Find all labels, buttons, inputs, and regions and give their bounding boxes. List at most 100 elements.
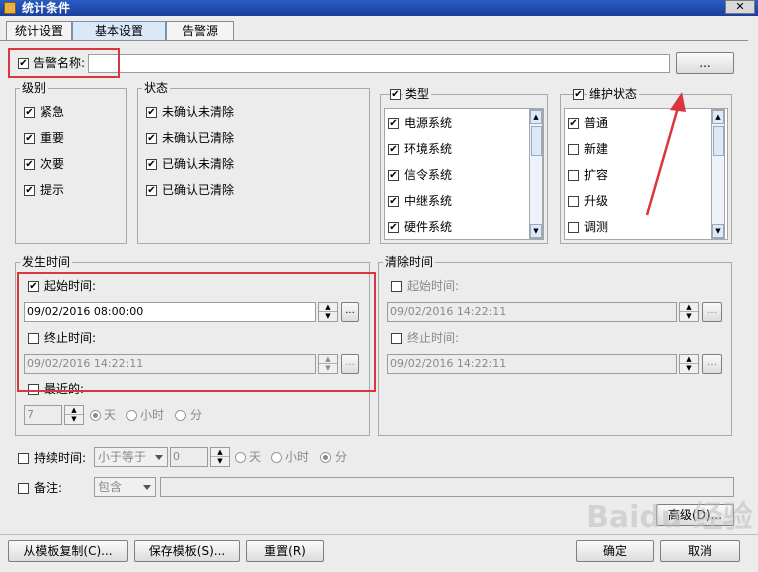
state-label-unack-cleared: 未确认已清除 <box>162 131 235 145</box>
type-checkbox-environment[interactable]: ✔ <box>388 144 399 155</box>
recent-value-input[interactable]: 7 <box>24 405 62 425</box>
maint-checkbox-normal[interactable]: ✔ <box>568 118 579 129</box>
clear-start-input[interactable]: 09/02/2016 14:22:11 <box>387 302 677 322</box>
level-checkbox-warning[interactable]: ✔ <box>24 185 35 196</box>
occur-group-title: 发生时间 <box>20 255 73 269</box>
maint-checkbox-new[interactable] <box>568 144 579 155</box>
maint-list-scrollbar[interactable]: ▲ ▼ <box>711 109 725 239</box>
state-label-ack-cleared: 已确认已清除 <box>162 183 235 197</box>
close-button[interactable]: ✕ <box>725 0 755 14</box>
scroll-up-icon[interactable]: ▲ <box>530 110 542 124</box>
window-title: 统计条件 <box>22 1 71 15</box>
duration-value-input[interactable]: 0 <box>170 447 208 467</box>
duration-unit-day-radio[interactable] <box>235 452 246 463</box>
state-checkbox-unack-cleared[interactable]: ✔ <box>146 133 157 144</box>
title-bar: 统计条件 ✕ <box>0 0 758 16</box>
clear-start-picker-button[interactable]: ... <box>702 302 722 322</box>
alarm-name-field[interactable] <box>88 54 670 73</box>
tab-divider <box>0 40 748 41</box>
duration-operator-select[interactable]: 小于等于 <box>94 447 168 467</box>
scroll-thumb[interactable] <box>531 126 542 156</box>
state-checkbox-ack-cleared[interactable]: ✔ <box>146 185 157 196</box>
note-label: 备注: <box>34 481 63 495</box>
recent-unit-hour-label: 小时 <box>140 408 165 422</box>
maint-label-normal: 普通 <box>584 116 609 130</box>
duration-unit-day-label: 天 <box>249 450 262 464</box>
level-label-major: 重要 <box>40 131 65 145</box>
level-group-title: 级别 <box>20 81 49 95</box>
clear-end-input[interactable]: 09/02/2016 14:22:11 <box>387 354 677 374</box>
cancel-button[interactable]: 取消 <box>660 540 740 562</box>
save-template-button[interactable]: 保存模板(S)... <box>134 540 240 562</box>
clear-end-spinner[interactable]: ▲ ▼ <box>679 354 699 374</box>
maint-checkbox-expand[interactable] <box>568 170 579 181</box>
watermark: Baidu 经验 <box>586 500 753 535</box>
clear-start-spinner[interactable]: ▲ ▼ <box>679 302 699 322</box>
state-label-unack-uncleared: 未确认未清除 <box>162 105 235 119</box>
recent-unit-day-radio[interactable] <box>90 410 101 421</box>
type-label-hardware: 硬件系统 <box>404 220 453 234</box>
clear-end-label: 终止时间: <box>407 331 460 345</box>
duration-label: 持续时间: <box>34 451 87 465</box>
scroll-thumb[interactable] <box>713 126 724 156</box>
maint-checkbox-upgrade[interactable] <box>568 196 579 207</box>
alarm-name-browse-button[interactable]: ... <box>676 52 734 74</box>
duration-unit-minute-radio[interactable] <box>320 452 331 463</box>
level-checkbox-critical[interactable]: ✔ <box>24 107 35 118</box>
duration-checkbox[interactable] <box>18 453 29 464</box>
duration-unit-hour-radio[interactable] <box>271 452 282 463</box>
state-checkbox-unack-uncleared[interactable]: ✔ <box>146 107 157 118</box>
maint-label-expand: 扩容 <box>584 168 609 182</box>
chevron-down-icon <box>155 455 163 460</box>
scroll-up-icon[interactable]: ▲ <box>712 110 724 124</box>
level-checkbox-major[interactable]: ✔ <box>24 133 35 144</box>
recent-unit-minute-label: 分 <box>190 408 203 422</box>
bottom-divider <box>0 534 758 535</box>
state-checkbox-ack-uncleared[interactable]: ✔ <box>146 159 157 170</box>
duration-spinner[interactable]: ▲ ▼ <box>210 447 230 467</box>
tab-basic-settings[interactable]: 基本设置 <box>72 21 166 41</box>
annotation-box-alarm-name <box>8 48 120 78</box>
level-checkbox-minor[interactable]: ✔ <box>24 159 35 170</box>
type-group-checkbox[interactable]: ✔ <box>390 89 401 100</box>
copy-template-button[interactable]: 从模板复制(C)... <box>8 540 128 562</box>
level-label-critical: 紧急 <box>40 105 65 119</box>
maint-group-checkbox[interactable]: ✔ <box>573 89 584 100</box>
state-group-title: 状态 <box>142 81 171 95</box>
tab-statistics-settings[interactable]: 统计设置 <box>6 21 72 41</box>
ok-button[interactable]: 确定 <box>576 540 654 562</box>
type-checkbox-hardware[interactable]: ✔ <box>388 222 399 233</box>
level-label-minor: 次要 <box>40 157 65 171</box>
maint-checkbox-debug[interactable] <box>568 222 579 233</box>
annotation-arrow <box>645 92 686 216</box>
clear-end-picker-button[interactable]: ... <box>702 354 722 374</box>
level-label-warning: 提示 <box>40 183 65 197</box>
maint-label-upgrade: 升级 <box>584 194 609 208</box>
recent-unit-minute-radio[interactable] <box>175 410 186 421</box>
type-checkbox-power[interactable]: ✔ <box>388 118 399 129</box>
type-label-environment: 环境系统 <box>404 142 453 156</box>
type-label-trunk: 中继系统 <box>404 194 453 208</box>
recent-unit-hour-radio[interactable] <box>126 410 137 421</box>
duration-unit-minute-label: 分 <box>335 450 348 464</box>
type-list-scrollbar[interactable]: ▲ ▼ <box>529 109 543 239</box>
clear-group-title: 清除时间 <box>383 255 436 269</box>
type-checkbox-signaling[interactable]: ✔ <box>388 170 399 181</box>
scroll-down-icon[interactable]: ▼ <box>712 224 724 238</box>
recent-spinner[interactable]: ▲ ▼ <box>64 405 84 425</box>
type-group-title: 类型 <box>403 87 432 101</box>
tab-alarm-source[interactable]: 告警源 <box>166 21 234 41</box>
note-operator-select[interactable]: 包含 <box>94 477 156 497</box>
annotation-box-occur-time <box>17 272 376 392</box>
clear-start-checkbox[interactable] <box>391 281 402 292</box>
scroll-down-icon[interactable]: ▼ <box>530 224 542 238</box>
duration-unit-hour-label: 小时 <box>285 450 310 464</box>
duration-operator-value: 小于等于 <box>98 450 147 464</box>
type-label-signaling: 信令系统 <box>404 168 453 182</box>
type-label-power: 电源系统 <box>404 116 453 130</box>
clear-end-checkbox[interactable] <box>391 333 402 344</box>
type-checkbox-trunk[interactable]: ✔ <box>388 196 399 207</box>
reset-button[interactable]: 重置(R) <box>246 540 324 562</box>
maint-label-debug: 调测 <box>584 220 609 234</box>
note-checkbox[interactable] <box>18 483 29 494</box>
